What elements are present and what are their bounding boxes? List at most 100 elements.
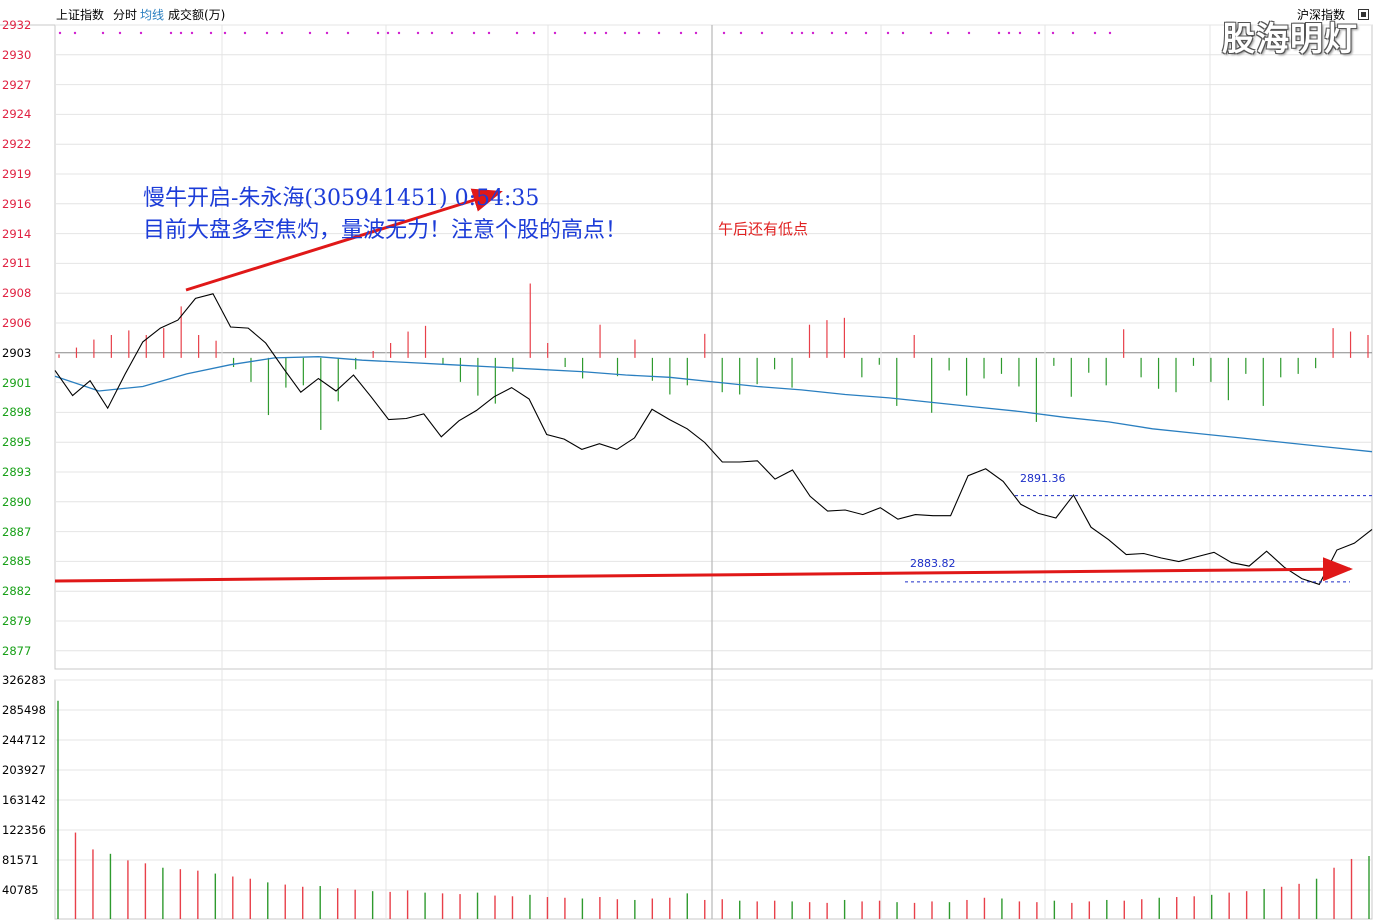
signal-dot bbox=[929, 31, 933, 35]
price-tick-label: 2901 bbox=[2, 375, 32, 390]
signal-dot bbox=[169, 31, 173, 35]
volume-tick-label: 81571 bbox=[2, 853, 39, 867]
level-low-label: 2883.82 bbox=[910, 557, 956, 570]
signal-dot bbox=[553, 31, 557, 35]
signal-dot bbox=[800, 31, 804, 35]
signal-dot bbox=[487, 31, 491, 35]
price-tick-label: 2919 bbox=[2, 167, 32, 181]
signal-dot bbox=[515, 31, 519, 35]
signal-dot bbox=[118, 31, 122, 35]
tab-timeshare[interactable]: 分时 bbox=[113, 6, 137, 23]
watermark-logo: 股海明灯 bbox=[1222, 19, 1358, 58]
price-tick-label: 2908 bbox=[2, 286, 32, 301]
signal-dot bbox=[604, 31, 608, 35]
annotation-comment: 目前大盘多空焦灼，量波无力！注意个股的高点！ bbox=[143, 218, 628, 243]
price-tick-label: 2906 bbox=[2, 316, 32, 330]
price-tick-label: 2914 bbox=[2, 226, 32, 241]
signal-dot bbox=[280, 31, 284, 35]
signal-dot bbox=[190, 31, 194, 35]
signal-dot bbox=[901, 31, 905, 35]
signal-dot bbox=[790, 31, 794, 35]
signal-dot bbox=[1051, 31, 1055, 35]
signal-dot bbox=[864, 31, 868, 35]
signal-dot bbox=[416, 31, 420, 35]
signal-dot bbox=[830, 31, 834, 35]
signal-dot bbox=[139, 31, 143, 35]
signal-dot bbox=[593, 31, 597, 35]
signal-dot bbox=[1007, 31, 1011, 35]
signal-dot bbox=[223, 31, 227, 35]
average-price-line bbox=[54, 356, 1373, 453]
signal-dot bbox=[101, 31, 105, 35]
signal-dot bbox=[1071, 31, 1075, 35]
signal-dot bbox=[886, 31, 890, 35]
signal-dot bbox=[844, 31, 848, 35]
price-tick-label: 2890 bbox=[2, 494, 32, 509]
tab-turnover[interactable]: 成交额(万) bbox=[168, 6, 225, 23]
signal-dot bbox=[1108, 31, 1112, 35]
price-tick-label: 2932 bbox=[2, 18, 32, 32]
signal-dot bbox=[1037, 31, 1041, 35]
price-tick-label: 2898 bbox=[2, 405, 32, 420]
signal-dot bbox=[450, 31, 454, 35]
annotation-note: 午后还有低点 bbox=[718, 220, 809, 238]
price-tick-label: 2882 bbox=[2, 584, 32, 599]
volume-tick-label: 285498 bbox=[2, 703, 46, 717]
price-tick-label: 2903 bbox=[2, 345, 32, 360]
price-tick-label: 2927 bbox=[2, 77, 32, 92]
signal-dot bbox=[657, 31, 661, 35]
signal-dot bbox=[997, 31, 1001, 35]
volume-tick-label: 40785 bbox=[2, 883, 39, 897]
tab-average-line[interactable]: 均线 bbox=[140, 6, 164, 23]
price-tick-label: 2895 bbox=[2, 435, 32, 450]
price-tick-label: 2924 bbox=[2, 107, 32, 122]
signal-dot bbox=[1093, 31, 1097, 35]
volume-tick-label: 326283 bbox=[2, 673, 46, 687]
volume-tick-label: 203927 bbox=[2, 763, 46, 777]
price-tick-label: 2885 bbox=[2, 554, 32, 569]
signal-dot bbox=[58, 31, 62, 35]
signal-dot bbox=[760, 31, 764, 35]
signal-dot bbox=[623, 31, 627, 35]
volume-tick-label: 244712 bbox=[2, 733, 46, 747]
signal-dot bbox=[637, 31, 641, 35]
volume-tick-label: 163142 bbox=[2, 793, 46, 807]
chart-canvas[interactable] bbox=[0, 0, 1374, 921]
maximize-icon[interactable] bbox=[1358, 9, 1369, 20]
price-tick-label: 2893 bbox=[2, 465, 32, 479]
signal-dot bbox=[739, 31, 743, 35]
signal-dot bbox=[308, 31, 312, 35]
index-title: 上证指数 bbox=[56, 8, 105, 22]
arrow-flat-annotation bbox=[54, 557, 1353, 583]
price-line bbox=[54, 293, 1373, 586]
price-tick-label: 2877 bbox=[2, 643, 32, 658]
price-tick-label: 2911 bbox=[2, 256, 32, 271]
annotation-title: 慢牛开启-朱永海(305941451) 0:54:35 bbox=[143, 186, 540, 211]
price-panel-frame bbox=[54, 24, 1373, 670]
price-tick-label: 2887 bbox=[2, 524, 32, 539]
price-tick-label: 2922 bbox=[2, 137, 32, 152]
signal-dot bbox=[532, 31, 536, 35]
signal-dot bbox=[694, 31, 698, 35]
intraday-chart[interactable]: 上证指数 分时 均线 成交额(万) 沪深指数 股海明灯 2932 2930 2927… bbox=[0, 0, 1374, 921]
signal-dot bbox=[1018, 31, 1022, 35]
signal-dot bbox=[397, 31, 401, 35]
signal-dot bbox=[472, 31, 476, 35]
signal-dot bbox=[679, 31, 683, 35]
volume-tick-label: 122356 bbox=[2, 823, 46, 837]
signal-dot bbox=[346, 31, 350, 35]
level-high-label: 2891.36 bbox=[1020, 472, 1066, 485]
signal-dot bbox=[265, 31, 269, 35]
signal-dot bbox=[967, 31, 971, 35]
price-tick-label: 2879 bbox=[2, 614, 32, 628]
signal-dot bbox=[722, 31, 726, 35]
signal-dot bbox=[73, 31, 77, 35]
signal-dot bbox=[243, 31, 247, 35]
signal-dot bbox=[386, 31, 390, 35]
signal-dot bbox=[179, 31, 183, 35]
signal-dot bbox=[811, 31, 815, 35]
price-tick-label: 2930 bbox=[2, 47, 32, 62]
signal-dot bbox=[430, 31, 434, 35]
signal-dot bbox=[583, 31, 587, 35]
signal-dot bbox=[325, 31, 329, 35]
